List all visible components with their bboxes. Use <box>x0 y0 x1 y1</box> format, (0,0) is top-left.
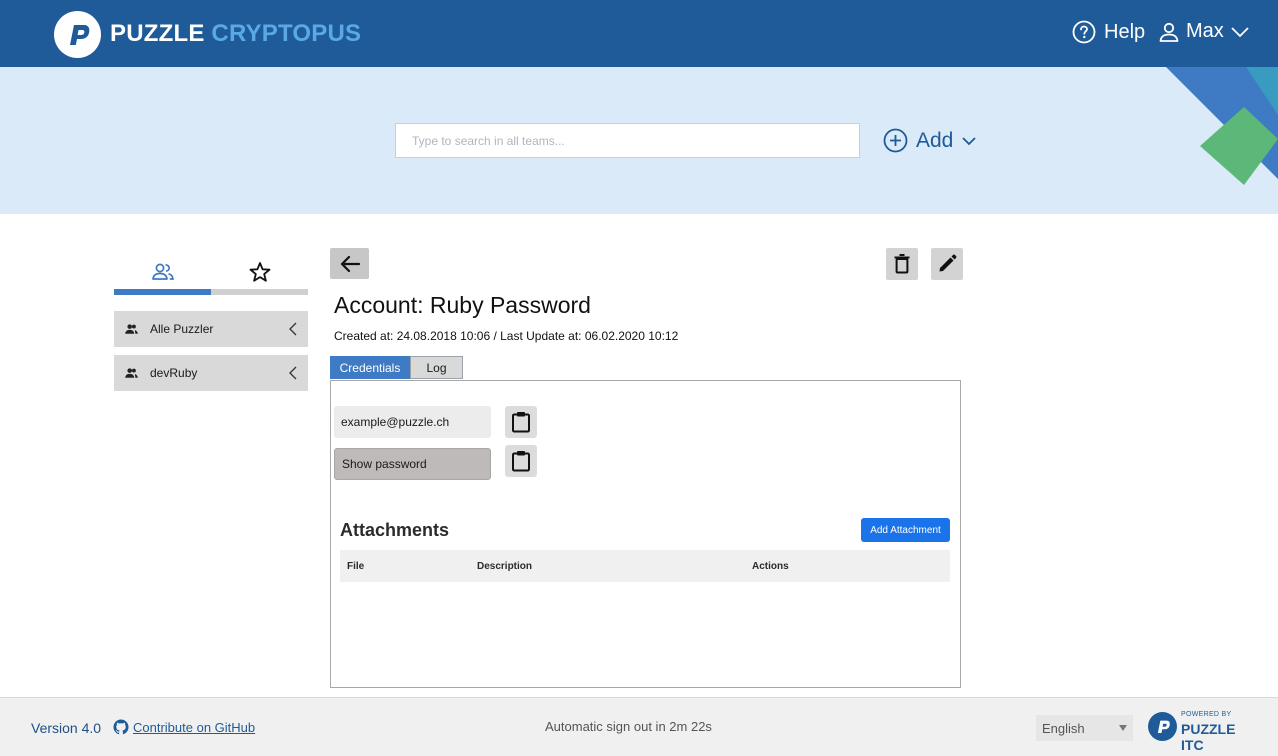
signout-timer: Automatic sign out in 2m 22s <box>545 719 712 734</box>
clipboard-icon <box>512 412 530 433</box>
pencil-icon <box>939 254 957 272</box>
tab-favourites[interactable] <box>211 254 308 290</box>
chevron-down-icon <box>1231 26 1249 37</box>
brand-puzzle: PUZZLE <box>110 20 205 47</box>
sidebar-item-label: Alle Puzzler <box>150 322 214 336</box>
brand-cryptopus: CRYPTOPUS <box>211 20 362 47</box>
add-label: Add <box>916 128 954 152</box>
column-header-actions: Actions <box>752 561 789 572</box>
clipboard-icon <box>512 451 530 472</box>
chevron-left-icon <box>289 366 297 380</box>
user-name: Max <box>1186 20 1224 42</box>
brand-title[interactable]: PUZZLE CRYPTOPUS <box>110 20 361 48</box>
page-title: Account: Ruby Password <box>334 292 591 318</box>
show-password-button[interactable]: Show password <box>334 448 491 480</box>
tab-teams[interactable] <box>114 254 211 290</box>
puzzle-itc-logo-icon <box>1148 712 1177 741</box>
delete-button[interactable] <box>886 248 918 280</box>
tab-log[interactable]: Log <box>410 356 463 379</box>
sidebar-tabs <box>114 254 308 295</box>
edit-button[interactable] <box>931 248 963 280</box>
account-tabs: Credentials Log <box>330 356 463 379</box>
star-icon <box>249 262 270 282</box>
user-menu[interactable]: Max <box>1158 20 1250 43</box>
decorative-shapes <box>1166 67 1278 185</box>
attachments-title: Attachments <box>340 520 450 540</box>
trash-icon <box>894 254 910 274</box>
sidebar-item-label: devRuby <box>150 366 198 380</box>
help-icon <box>1072 20 1096 44</box>
help-label: Help <box>1104 20 1146 43</box>
powered-by-label: POWERED BY <box>1181 711 1232 718</box>
sidebar-item-alle-puzzler[interactable]: Alle Puzzler <box>114 311 308 347</box>
caret-down-icon <box>1119 725 1127 731</box>
help-button[interactable]: Help <box>1072 20 1145 44</box>
language-select-value: English <box>1042 720 1085 736</box>
back-button[interactable] <box>330 248 369 279</box>
tab-credentials[interactable]: Credentials <box>330 356 410 379</box>
search-input[interactable] <box>395 123 860 158</box>
username-field[interactable]: example@puzzle.ch <box>334 406 491 438</box>
chevron-left-icon <box>289 322 297 336</box>
credentials-panel: example@puzzle.ch Show password Attachme… <box>330 380 961 688</box>
page: PUZZLE CRYPTOPUS Help Max Type to search… <box>0 0 1278 756</box>
sidebar-item-devruby[interactable]: devRuby <box>114 355 308 391</box>
arrow-left-icon <box>340 255 360 272</box>
teams-icon <box>125 368 138 378</box>
column-header-description: Description <box>477 561 533 572</box>
language-select[interactable]: English <box>1036 715 1133 741</box>
chevron-down-icon <box>962 136 977 145</box>
copy-username-button[interactable] <box>505 406 537 438</box>
add-attachment-button[interactable]: Add Attachment <box>861 518 950 542</box>
tab-active-indicator <box>114 289 211 295</box>
teams-icon <box>151 263 174 280</box>
user-icon <box>1159 22 1179 42</box>
puzzle-logo-icon[interactable] <box>54 11 101 58</box>
account-meta: Created at: 24.08.2018 10:06 / Last Upda… <box>334 329 679 343</box>
attachments-table-header: File Description Actions <box>340 550 950 582</box>
teams-icon <box>125 324 138 334</box>
add-button[interactable]: Add <box>883 128 977 153</box>
puzzle-itc-label: PUZZLE ITC <box>1181 721 1236 753</box>
copy-password-button[interactable] <box>505 445 537 477</box>
version-label: Version 4.0 <box>31 720 102 736</box>
top-bar: PUZZLE CRYPTOPUS Help Max <box>0 0 1278 67</box>
powered-by-logo[interactable]: POWERED BY PUZZLE ITC <box>1148 711 1258 753</box>
column-header-file: File <box>347 561 365 572</box>
github-link-label: Contribute on GitHub <box>133 719 256 735</box>
github-link[interactable]: Contribute on GitHub <box>113 719 255 735</box>
search-band: Add <box>0 67 1278 214</box>
github-icon <box>113 719 129 735</box>
plus-circle-icon <box>883 128 908 153</box>
